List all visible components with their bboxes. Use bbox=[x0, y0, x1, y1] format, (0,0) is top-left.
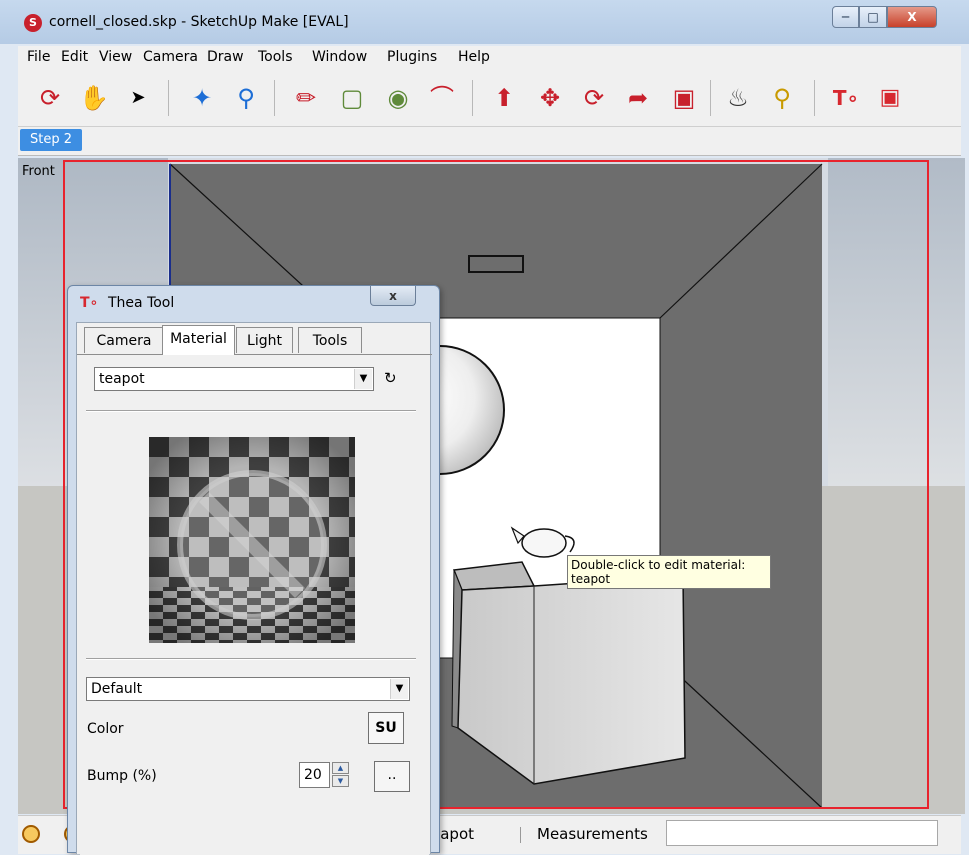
menu-window[interactable]: Window bbox=[312, 49, 367, 65]
menu-file[interactable]: File bbox=[27, 49, 50, 65]
divider bbox=[86, 658, 416, 660]
circle-icon[interactable]: ◉ bbox=[382, 82, 414, 114]
arc-icon[interactable]: ⌒ bbox=[426, 82, 458, 114]
measurements-label: Measurements bbox=[537, 825, 648, 843]
preset-select-value: Default bbox=[91, 681, 143, 697]
scenes-bar: Step 2 bbox=[18, 127, 961, 156]
maximize-button[interactable]: □ bbox=[859, 6, 887, 28]
dialog-title: Thea Tool bbox=[108, 295, 175, 311]
select-icon[interactable]: ➤ bbox=[122, 82, 154, 114]
zoom-extents-icon[interactable]: ✦ bbox=[186, 82, 218, 114]
menu-help[interactable]: Help bbox=[458, 49, 490, 65]
pan-icon[interactable]: ✋ bbox=[78, 82, 110, 114]
rectangle-icon[interactable]: ▢ bbox=[336, 82, 368, 114]
color-label: Color bbox=[87, 721, 124, 737]
tab-material[interactable]: Material bbox=[162, 325, 235, 355]
material-panel: teapot ▼ ↻ Default ▼ Color SU Bump (%) 2… bbox=[80, 355, 429, 855]
material-tooltip: Double-click to edit material: teapot bbox=[567, 555, 771, 589]
pencil-icon[interactable]: ✏ bbox=[290, 82, 322, 114]
status-separator bbox=[520, 827, 521, 843]
rotate-icon[interactable]: ⟳ bbox=[578, 82, 610, 114]
toolbar-separator bbox=[168, 80, 169, 116]
menu-draw[interactable]: Draw bbox=[207, 49, 244, 65]
view-label: Front bbox=[22, 164, 55, 179]
tooltip-line-2: teapot bbox=[571, 572, 611, 586]
menu-plugins[interactable]: Plugins bbox=[387, 49, 437, 65]
tab-tools[interactable]: Tools bbox=[298, 327, 362, 353]
toolbar-separator bbox=[472, 80, 473, 116]
main-toolbar: ⟳ ✋ ➤ ✦ ⚲ ✏ ▢ ◉ ⌒ ⬆ ✥ ⟳ ➦ ▣ ♨ ⚲ T∘ ▣ bbox=[18, 70, 961, 127]
window-title: cornell_closed.skp - SketchUp Make [EVAL… bbox=[49, 14, 349, 30]
bump-label: Bump (%) bbox=[87, 768, 157, 784]
color-su-button[interactable]: SU bbox=[368, 712, 404, 744]
bump-input[interactable]: 20 bbox=[299, 762, 330, 788]
menu-edit[interactable]: Edit bbox=[61, 49, 88, 65]
chevron-down-icon[interactable]: ▼ bbox=[390, 679, 408, 699]
title-bar: S cornell_closed.skp - SketchUp Make [EV… bbox=[0, 0, 969, 44]
orbit-icon[interactable]: ⟳ bbox=[34, 82, 66, 114]
sketchup-icon: S bbox=[24, 14, 42, 32]
menu-view[interactable]: View bbox=[99, 49, 132, 65]
bump-browse-button[interactable]: .. bbox=[374, 761, 410, 792]
divider bbox=[86, 410, 416, 412]
follow-me-icon[interactable]: ➦ bbox=[622, 82, 654, 114]
offset-icon[interactable]: ▣ bbox=[668, 82, 700, 114]
thea-render-icon[interactable]: T∘ bbox=[830, 82, 862, 114]
spin-down-icon[interactable]: ▼ bbox=[332, 775, 349, 787]
toolbar-separator bbox=[274, 80, 275, 116]
push-pull-icon[interactable]: ⬆ bbox=[488, 82, 520, 114]
minimize-button[interactable]: ─ bbox=[832, 6, 859, 28]
material-preview bbox=[149, 437, 355, 643]
tab-light[interactable]: Light bbox=[236, 327, 293, 353]
dialog-close-button[interactable]: x bbox=[370, 286, 416, 306]
scene-tab-step-2[interactable]: Step 2 bbox=[20, 129, 82, 151]
refresh-icon[interactable]: ↻ bbox=[384, 369, 397, 387]
material-select-value: teapot bbox=[99, 371, 145, 387]
toolbar-separator bbox=[814, 80, 815, 116]
measurements-input[interactable] bbox=[666, 820, 938, 846]
dialog-body: Camera Material Light Tools teapot ▼ ↻ D… bbox=[76, 322, 432, 855]
menu-bar: File Edit View Camera Draw Tools Window … bbox=[18, 46, 961, 71]
thea-tool-dialog: T∘ Thea Tool x Camera Material Light Too… bbox=[67, 285, 440, 855]
menu-tools[interactable]: Tools bbox=[258, 49, 293, 65]
tooltip-line-1: Double-click to edit material: bbox=[571, 558, 746, 572]
teapot[interactable] bbox=[521, 528, 567, 558]
thea-logo-icon: T∘ bbox=[80, 295, 99, 311]
zoom-icon[interactable]: ⚲ bbox=[230, 82, 262, 114]
material-select[interactable]: teapot ▼ bbox=[94, 367, 374, 391]
tape-measure-icon[interactable]: ⚲ bbox=[766, 82, 798, 114]
spin-up-icon[interactable]: ▲ bbox=[332, 762, 349, 774]
move-icon[interactable]: ✥ bbox=[534, 82, 566, 114]
geo-location-icon[interactable] bbox=[22, 825, 40, 843]
paint-bucket-icon[interactable]: ♨ bbox=[722, 82, 754, 114]
preset-select[interactable]: Default ▼ bbox=[86, 677, 410, 701]
cube-front bbox=[457, 575, 686, 785]
chevron-down-icon[interactable]: ▼ bbox=[354, 369, 372, 389]
tab-camera[interactable]: Camera bbox=[84, 327, 164, 353]
toolbar-separator bbox=[710, 80, 711, 116]
close-button[interactable]: X bbox=[887, 6, 937, 28]
menu-camera[interactable]: Camera bbox=[143, 49, 198, 65]
thea-camera-icon[interactable]: ▣ bbox=[874, 82, 906, 114]
